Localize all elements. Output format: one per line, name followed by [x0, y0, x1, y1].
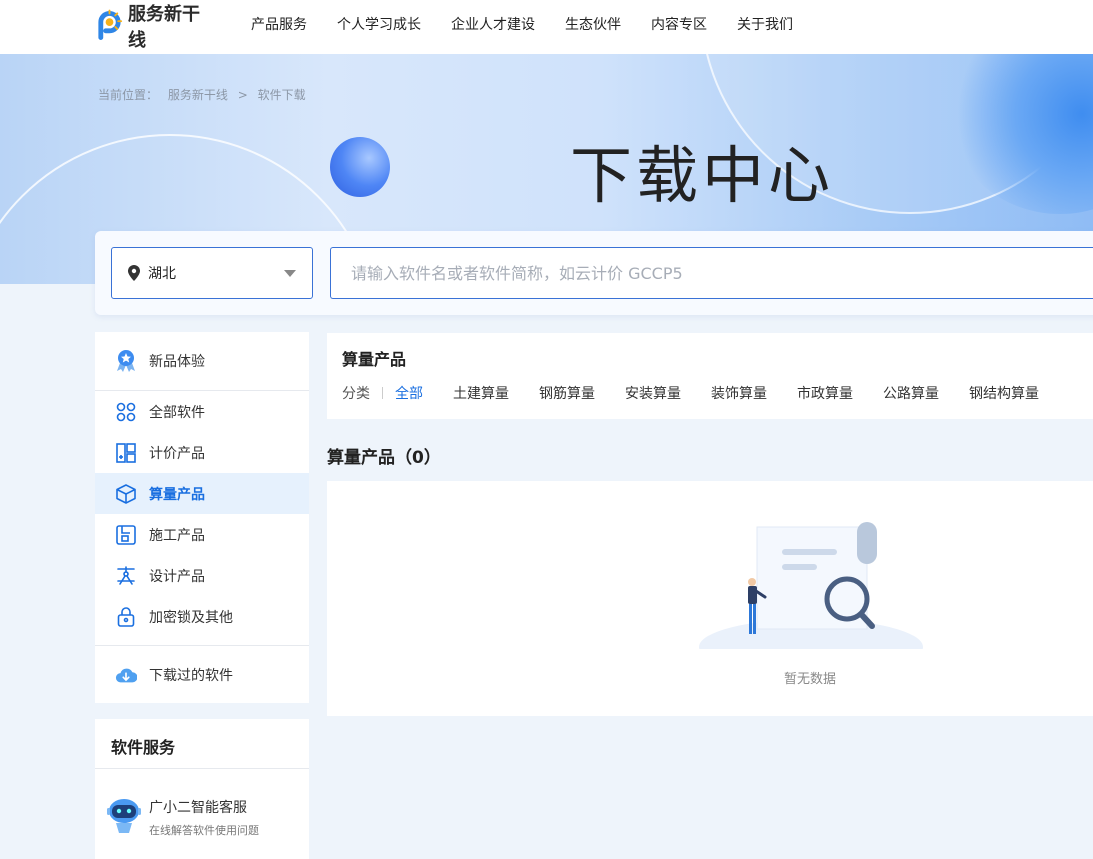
- category-filter-panel: 算量产品 分类 全部 土建算量 钢筋算量 安装算量 装饰算量 市政算量 公路算量…: [327, 333, 1093, 419]
- page-title: 下载中心: [570, 139, 835, 212]
- divider: [95, 768, 309, 769]
- empty-state-illustration: [699, 522, 923, 649]
- nav-item-enterprise-talent[interactable]: 企业人才建设: [451, 14, 535, 34]
- grid-icon: [115, 401, 137, 423]
- logo[interactable]: 服务新干线: [95, 4, 215, 51]
- search-input[interactable]: [330, 247, 1093, 299]
- nav-item-personal-learning[interactable]: 个人学习成长: [337, 14, 421, 34]
- results-title: 算量产品（0）: [327, 448, 441, 468]
- blueprint-icon: [115, 524, 137, 546]
- cloud-download-icon: [115, 664, 137, 686]
- main-nav: 产品服务 个人学习成长 企业人才建设 生态伙伴 内容专区 关于我们: [236, 0, 808, 48]
- logo-text: 服务新干线: [128, 4, 200, 51]
- sidebar: 新品体验 全部软件 计价产品 算量产品 施工产品 设计产品 加密锁及其他 下载过…: [95, 332, 309, 703]
- category-item-all[interactable]: 全部: [395, 383, 423, 403]
- region-select[interactable]: 湖北: [111, 247, 313, 299]
- breadcrumb-home-link[interactable]: 服务新干线: [168, 88, 228, 102]
- top-header: 服务新干线 产品服务 个人学习成长 企业人才建设 生态伙伴 内容专区 关于我们: [0, 0, 1093, 54]
- category-item-highway[interactable]: 公路算量: [883, 383, 939, 403]
- sidebar-item-label: 全部软件: [149, 404, 205, 421]
- search-bar: 湖北: [95, 231, 1093, 315]
- category-item-municipal[interactable]: 市政算量: [797, 383, 853, 403]
- sidebar-item-label: 设计产品: [149, 568, 205, 585]
- lock-icon: [115, 606, 137, 628]
- sidebar-item-dongle-other[interactable]: 加密锁及其他: [95, 596, 309, 637]
- nav-item-partners[interactable]: 生态伙伴: [565, 14, 621, 34]
- nav-item-content[interactable]: 内容专区: [651, 14, 707, 34]
- breadcrumb: 当前位置： 服务新干线 > 软件下载: [98, 86, 312, 103]
- breadcrumb-prefix: 当前位置：: [98, 88, 159, 102]
- chatbot-subtitle: 在线解答软件使用问题: [149, 824, 259, 837]
- results-panel: 暂无数据: [327, 481, 1093, 716]
- region-value: 湖北: [148, 266, 176, 282]
- sidebar-item-new-experience[interactable]: 新品体验: [95, 340, 309, 381]
- sidebar-item-label: 计价产品: [149, 445, 205, 462]
- sidebar-item-design[interactable]: 设计产品: [95, 555, 309, 596]
- nav-item-products[interactable]: 产品服务: [251, 14, 307, 34]
- sidebar-item-label: 施工产品: [149, 527, 205, 544]
- service-title: 软件服务: [111, 738, 176, 757]
- chatbot-title[interactable]: 广小二智能客服: [149, 797, 247, 817]
- chevron-down-icon: [284, 270, 296, 277]
- sidebar-item-label: 加密锁及其他: [149, 609, 233, 626]
- sidebar-item-quantity[interactable]: 算量产品: [95, 473, 309, 514]
- sidebar-item-label: 算量产品: [149, 486, 205, 503]
- divider: [95, 645, 309, 646]
- category-item-rebar[interactable]: 钢筋算量: [539, 383, 595, 403]
- compass-icon: [115, 565, 137, 587]
- breadcrumb-separator: >: [237, 88, 248, 102]
- decorative-ball: [330, 137, 390, 197]
- sidebar-item-pricing[interactable]: 计价产品: [95, 432, 309, 473]
- badge-star-icon: [115, 349, 137, 372]
- sidebar-item-label: 新品体验: [149, 353, 205, 370]
- category-title: 算量产品: [342, 350, 407, 369]
- category-item-civil[interactable]: 土建算量: [453, 383, 509, 403]
- empty-state-text: 暂无数据: [783, 672, 836, 687]
- robot-avatar-icon[interactable]: [107, 795, 141, 835]
- location-pin-icon: [128, 265, 140, 281]
- breadcrumb-current: 软件下载: [257, 88, 306, 102]
- calculator-icon: [115, 442, 137, 464]
- sidebar-item-all-software[interactable]: 全部软件: [95, 391, 309, 432]
- cube-icon: [115, 483, 137, 505]
- logo-icon: [98, 9, 123, 41]
- sidebar-item-construction[interactable]: 施工产品: [95, 514, 309, 555]
- divider: [382, 387, 383, 399]
- category-item-decoration[interactable]: 装饰算量: [711, 383, 767, 403]
- category-item-installation[interactable]: 安装算量: [625, 383, 681, 403]
- category-item-steel-structure[interactable]: 钢结构算量: [969, 383, 1039, 403]
- software-service-panel: 软件服务 广小二智能客服 在线解答软件使用问题: [95, 719, 309, 859]
- nav-item-about[interactable]: 关于我们: [737, 14, 793, 34]
- category-row: 分类 全部 土建算量 钢筋算量 安装算量 装饰算量 市政算量 公路算量 钢结构算…: [342, 383, 1069, 403]
- sidebar-item-label: 下载过的软件: [149, 667, 233, 684]
- sidebar-item-downloaded[interactable]: 下载过的软件: [95, 654, 309, 695]
- category-label: 分类: [342, 386, 370, 402]
